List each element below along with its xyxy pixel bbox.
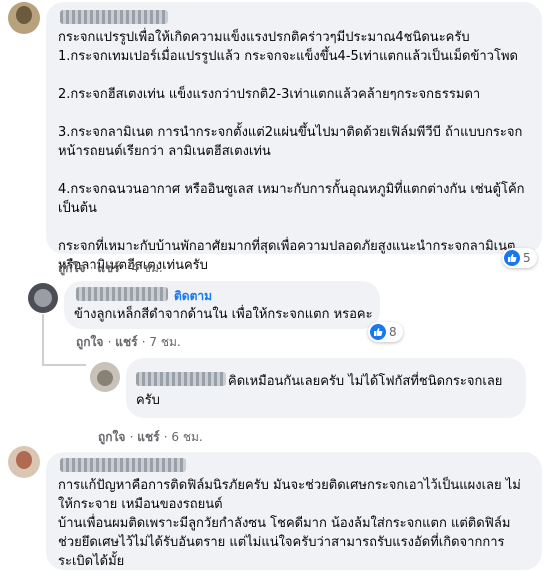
share-button[interactable]: แชร์ <box>97 261 119 275</box>
commenter-name[interactable] <box>60 458 186 472</box>
comment-text: กระจกแปรรูปเพื่อให้เกิดความแข็งแรงปรกติค… <box>58 30 525 273</box>
avatar[interactable] <box>8 446 40 478</box>
comment-actions: ถูกใจ · แชร์ · 4 ชม. <box>58 259 163 278</box>
comment-bubble: คิดเหมือนกันเลยครับ ไม่ได้โฟกัสที่ชนิดกร… <box>126 358 526 418</box>
reaction-count[interactable]: 8 <box>368 322 403 342</box>
like-button[interactable]: ถูกใจ <box>98 430 125 444</box>
thread-line <box>42 314 44 366</box>
timestamp[interactable]: 7 ชม. <box>149 335 180 349</box>
share-button[interactable]: แชร์ <box>137 430 159 444</box>
comment-text: คิดเหมือนกันเลยครับ ไม่ได้โฟกัสที่ชนิดกร… <box>136 374 503 408</box>
comment-actions: ถูกใจ · แชร์ · 6 ชม. <box>98 428 203 447</box>
timestamp[interactable]: 4 ชม. <box>131 261 162 275</box>
like-button[interactable]: ถูกใจ <box>58 261 85 275</box>
follow-button[interactable]: ติดตาม <box>174 287 212 306</box>
avatar[interactable] <box>90 362 120 392</box>
comment-bubble: การแก้ปัญหาคือการติดฟิล์มนิรภัยครับ มันจ… <box>46 452 542 570</box>
comment-actions: ถูกใจ · แชร์ · 7 ชม. <box>76 333 181 352</box>
comment-bubble: กระจกแปรรูปเพื่อให้เกิดความแข็งแรงปรกติค… <box>46 2 542 273</box>
timestamp[interactable]: 6 ชม. <box>171 430 202 444</box>
comment-bubble: ติดตาม ข้างลูกเหล็กสีดำจากด้านใน เพื่อให… <box>64 281 380 329</box>
avatar[interactable] <box>8 2 40 34</box>
avatar[interactable] <box>28 283 58 313</box>
thumbs-up-icon <box>504 250 520 266</box>
reaction-count[interactable]: 5 <box>502 248 537 268</box>
share-button[interactable]: แชร์ <box>115 335 137 349</box>
commenter-name[interactable] <box>60 10 168 24</box>
comment-text: ข้างลูกเหล็กสีดำจากด้านใน เพื่อให้กระจกแ… <box>74 307 373 322</box>
thumbs-up-icon <box>370 324 386 340</box>
commenter-name[interactable] <box>76 287 168 301</box>
thread-line <box>42 364 86 366</box>
comment-text: การแก้ปัญหาคือการติดฟิล์มนิรภัยครับ มันจ… <box>58 478 521 569</box>
like-button[interactable]: ถูกใจ <box>76 335 103 349</box>
